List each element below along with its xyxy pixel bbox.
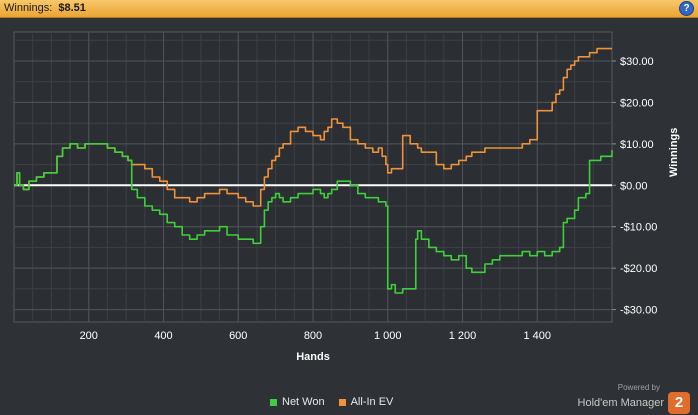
x-tick-label: 200 — [80, 330, 98, 342]
x-tick-label: 600 — [229, 330, 247, 342]
x-tick-label: 800 — [304, 330, 322, 342]
net-won-swatch — [270, 398, 277, 406]
brand-name: Hold'em Manager — [577, 397, 664, 409]
allin-ev-swatch — [338, 398, 346, 406]
legend-label-net-won: Net Won — [282, 396, 325, 408]
legend: Net Won All-In EV — [270, 396, 393, 408]
x-tick-label: 1 200 — [449, 330, 477, 342]
x-axis-label: Hands — [296, 351, 330, 363]
y-tick-label: $10.00 — [620, 139, 654, 151]
title-bar: Winnings: $8.51 ? — [0, 0, 698, 18]
y-tick-label: -$30.00 — [620, 305, 657, 317]
y-tick-label: -$20.00 — [620, 263, 657, 275]
winnings-label: Winnings: — [4, 2, 53, 14]
legend-item-net-won[interactable]: Net Won — [270, 396, 325, 408]
x-tick-label: 1 000 — [374, 330, 402, 342]
brand: Powered by Hold'em Manager 2 — [578, 383, 690, 414]
y-tick-label: -$10.00 — [620, 222, 657, 234]
winnings-title: Winnings: $8.51 — [4, 2, 86, 14]
holdem-manager-logo-icon: 2 — [668, 392, 690, 414]
powered-by-text: Powered by — [617, 383, 660, 392]
x-tick-label: 400 — [154, 330, 172, 342]
winnings-chart: 200 400 600 800 1 000 1 200 1 400 $30.00 $20.00 $… — [13, 31, 657, 342]
winnings-value: $8.51 — [58, 2, 86, 14]
x-tick-label: 1 400 — [523, 330, 551, 342]
legend-item-allin-ev[interactable]: All-In EV — [338, 396, 394, 408]
y-tick-label: $0.00 — [620, 180, 648, 192]
y-tick-label: $20.00 — [620, 97, 654, 109]
legend-label-allin-ev: All-In EV — [350, 396, 394, 408]
y-tick-label: $30.00 — [620, 56, 654, 68]
y-axis-label: Winnings — [668, 127, 680, 177]
question-icon[interactable]: ? — [679, 1, 694, 16]
